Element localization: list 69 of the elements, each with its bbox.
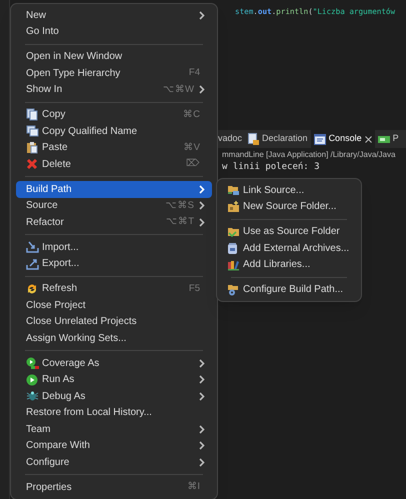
- menu-item[interactable]: Export...: [16, 256, 212, 272]
- menu-item[interactable]: New Source Folder...: [222, 198, 356, 215]
- menu-item[interactable]: Show In ⌥⌘W: [16, 82, 212, 98]
- menu-item[interactable]: Close Unrelated Projects: [16, 314, 212, 330]
- copy-icon: [26, 125, 39, 138]
- shortcut-label: F5: [188, 282, 200, 296]
- menu-item[interactable]: Paste ⌘V: [16, 140, 212, 156]
- shortcut-label: ⌥⌘T: [166, 215, 194, 230]
- menu-item[interactable]: Restore from Local History...: [16, 404, 212, 421]
- new-folder-icon: [227, 200, 240, 213]
- coverage-icon: [26, 356, 39, 370]
- folder-link-icon: [227, 184, 240, 196]
- panel-tab[interactable]: vadoc: [215, 130, 246, 148]
- menu-item[interactable]: Team: [16, 421, 212, 438]
- shortcut-label: ⌘V: [184, 140, 200, 155]
- configure-icon: [227, 284, 240, 296]
- menu-item[interactable]: Delete ⌦: [16, 156, 212, 172]
- menu-item[interactable]: Build Path: [16, 181, 212, 198]
- console-icon: [314, 134, 326, 144]
- menu-item[interactable]: Copy ⌘C: [16, 106, 212, 123]
- menu-item[interactable]: New: [16, 7, 212, 24]
- panel-tab[interactable]: Console: [310, 130, 375, 148]
- clipboard-icon: [26, 141, 38, 154]
- export-icon: [26, 258, 39, 270]
- menu-item[interactable]: Close Project: [16, 297, 212, 314]
- menu-item[interactable]: Go Into: [16, 24, 212, 40]
- shortcut-label: ⌥⌘S: [166, 198, 194, 213]
- menu-item[interactable]: Source ⌥⌘S: [16, 198, 212, 214]
- copy-icon: [26, 108, 38, 122]
- menu-item[interactable]: Configure Build Path...: [222, 282, 356, 298]
- menu-item[interactable]: Add Libraries...: [222, 256, 356, 273]
- menu-item[interactable]: Open Type Hierarchy F4: [16, 65, 212, 82]
- menu-item[interactable]: Run As: [16, 372, 212, 388]
- shortcut-label: ⌘C: [183, 108, 200, 122]
- refresh-icon: [26, 282, 38, 295]
- shortcut-label: F4: [188, 66, 200, 80]
- menu-item[interactable]: Open in New Window: [16, 48, 212, 65]
- shortcut-label: ⌥⌘W: [163, 82, 194, 97]
- menu-item[interactable]: Coverage As: [16, 355, 212, 372]
- menu-item[interactable]: Link Source...: [222, 182, 356, 198]
- progress-icon: [378, 134, 390, 144]
- menu-item[interactable]: Import...: [16, 239, 212, 256]
- menu-item[interactable]: Compare With: [16, 438, 212, 454]
- console-output: w linii poleceń: 3: [222, 161, 321, 174]
- run-icon: [26, 374, 38, 386]
- menu-item[interactable]: Configure: [16, 454, 212, 470]
- menu-item[interactable]: Refactor ⌥⌘T: [16, 214, 212, 230]
- jar-icon: [227, 242, 238, 255]
- chevron-right-icon: [199, 10, 205, 20]
- import-icon: [26, 241, 39, 254]
- source-folder-icon: [227, 226, 240, 238]
- books-icon: [227, 258, 240, 271]
- panel-tab[interactable]: Declaration: [245, 130, 311, 148]
- shortcut-label: ⌘I: [187, 480, 200, 494]
- shortcut-label: ⌦: [186, 157, 200, 172]
- declaration-icon: [248, 133, 260, 145]
- delete-icon: [26, 158, 38, 170]
- bug-icon: [26, 390, 39, 402]
- menu-item[interactable]: Refresh F5: [16, 280, 212, 297]
- menu-item[interactable]: Assign Working Sets...: [16, 330, 212, 346]
- menu-item[interactable]: Use as Source Folder: [222, 224, 356, 240]
- console-header: mmandLine [Java Application] /Library/Java/Java: [222, 149, 396, 161]
- chevron-right-icon: [199, 85, 205, 94]
- menu-item[interactable]: Add External Archives...: [222, 240, 356, 256]
- menu-item[interactable]: Debug As: [16, 388, 212, 404]
- menu-item[interactable]: Properties ⌘I: [16, 479, 212, 496]
- menu-item[interactable]: Copy Qualified Name: [16, 123, 212, 140]
- close-icon[interactable]: [364, 136, 372, 142]
- panel-tab[interactable]: P: [374, 130, 402, 148]
